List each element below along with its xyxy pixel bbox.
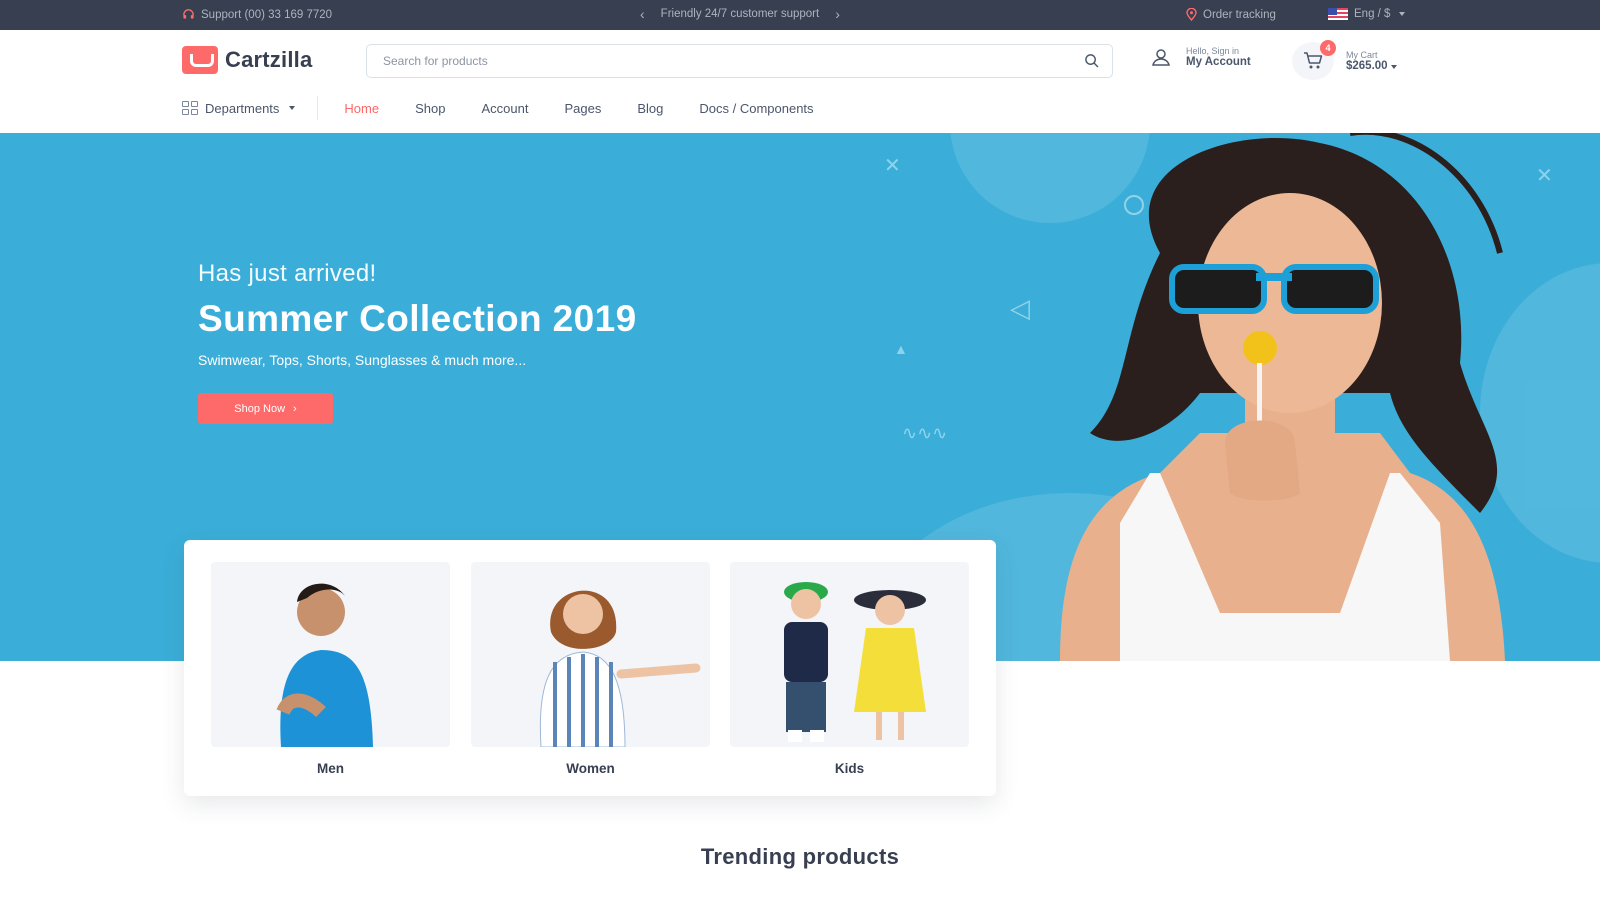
main-nav: Departments Home Shop Account Pages Blog… bbox=[182, 96, 832, 120]
search-icon[interactable] bbox=[1084, 53, 1099, 68]
nav-item-pages[interactable]: Pages bbox=[546, 101, 619, 116]
chevron-down-icon bbox=[1390, 65, 1397, 69]
nav-item-home[interactable]: Home bbox=[318, 101, 397, 116]
cart-text: My Cart $265.00 bbox=[1346, 50, 1397, 72]
order-tracking-label: Order tracking bbox=[1203, 8, 1276, 21]
logo[interactable]: Cartzilla bbox=[182, 46, 312, 74]
chevron-down-icon bbox=[1399, 12, 1406, 16]
nav-item-blog[interactable]: Blog bbox=[619, 101, 681, 116]
category-kids[interactable]: Kids bbox=[730, 562, 969, 776]
cart-total-value: $265.00 bbox=[1346, 60, 1388, 72]
cart-count-badge: 4 bbox=[1320, 40, 1336, 56]
hero-model-image bbox=[1060, 133, 1505, 661]
logo-icon bbox=[182, 46, 218, 74]
search-bar bbox=[366, 44, 1113, 78]
cart-button[interactable]: 4 My Cart $265.00 bbox=[1292, 40, 1397, 80]
shop-now-label: Shop Now bbox=[234, 402, 286, 415]
cross-shape: ✕ bbox=[884, 155, 901, 177]
category-women-label: Women bbox=[566, 761, 615, 776]
category-men[interactable]: Men bbox=[211, 562, 450, 776]
account-text: Hello, Sign in My Account bbox=[1186, 46, 1251, 68]
cross-shape: ✕ bbox=[1536, 165, 1553, 187]
nav-item-docs[interactable]: Docs / Components bbox=[681, 101, 831, 116]
us-flag-icon bbox=[1328, 8, 1348, 20]
nav-item-account[interactable]: Account bbox=[463, 101, 546, 116]
language-currency-selector[interactable]: Eng / $ bbox=[1328, 8, 1406, 20]
category-men-label: Men bbox=[317, 761, 344, 776]
wave-shape: ∿∿∿ bbox=[902, 423, 948, 443]
departments-label: Departments bbox=[205, 100, 280, 116]
account-link[interactable]: Hello, Sign in My Account bbox=[1150, 46, 1251, 68]
topbar: Support (00) 33 169 7720 ‹ Friendly 24/7… bbox=[0, 0, 1600, 30]
support-contact[interactable]: Support (00) 33 169 7720 bbox=[182, 8, 332, 21]
category-kids-label: Kids bbox=[834, 761, 865, 776]
triangle-shape: ▲ bbox=[894, 341, 908, 357]
hero-kicker: Has just arrived! bbox=[198, 260, 377, 287]
hero-title: Summer Collection 2019 bbox=[198, 298, 637, 339]
promo-text: Friendly 24/7 customer support bbox=[660, 8, 820, 20]
category-card: Men Women Kids bbox=[184, 540, 996, 796]
category-kids-image bbox=[730, 562, 969, 747]
hero-text: Has just arrived! Summer Collection 2019… bbox=[198, 260, 637, 368]
departments-menu[interactable]: Departments bbox=[182, 96, 319, 120]
logo-text: Cartzilla bbox=[225, 47, 313, 72]
section-title: Trending products bbox=[700, 844, 900, 869]
order-tracking-link[interactable]: Order tracking bbox=[1186, 8, 1276, 21]
category-women[interactable]: Women bbox=[471, 562, 710, 776]
cart-icon-wrapper: 4 bbox=[1292, 40, 1336, 80]
cart-hint: My Cart bbox=[1346, 50, 1378, 60]
cart-icon bbox=[1304, 52, 1323, 69]
headset-icon bbox=[183, 9, 194, 19]
user-icon bbox=[1152, 49, 1170, 66]
category-women-image bbox=[471, 562, 710, 747]
chevron-down-icon bbox=[289, 106, 296, 110]
account-hint: Hello, Sign in bbox=[1186, 46, 1240, 56]
search-input[interactable] bbox=[367, 45, 1067, 77]
chevron-right-icon: › bbox=[293, 402, 297, 415]
triangle-shape: ◁ bbox=[1010, 293, 1030, 323]
chevron-left-icon[interactable]: ‹ bbox=[640, 7, 645, 21]
location-pin-icon bbox=[1186, 8, 1197, 21]
grid-icon bbox=[182, 101, 198, 115]
hero-subtitle: Swimwear, Tops, Shorts, Sunglasses & muc… bbox=[198, 352, 527, 368]
shop-now-button[interactable]: Shop Now › bbox=[198, 393, 333, 424]
language-label: Eng / $ bbox=[1354, 8, 1391, 20]
promo-carousel: ‹ Friendly 24/7 customer support › bbox=[640, 7, 840, 21]
support-text: Support (00) 33 169 7720 bbox=[201, 8, 333, 21]
nav-item-shop[interactable]: Shop bbox=[397, 101, 463, 116]
account-label: My Account bbox=[1186, 56, 1251, 68]
cart-total: $265.00 bbox=[1346, 60, 1397, 72]
category-men-image bbox=[211, 562, 450, 747]
chevron-right-icon[interactable]: › bbox=[835, 7, 840, 21]
